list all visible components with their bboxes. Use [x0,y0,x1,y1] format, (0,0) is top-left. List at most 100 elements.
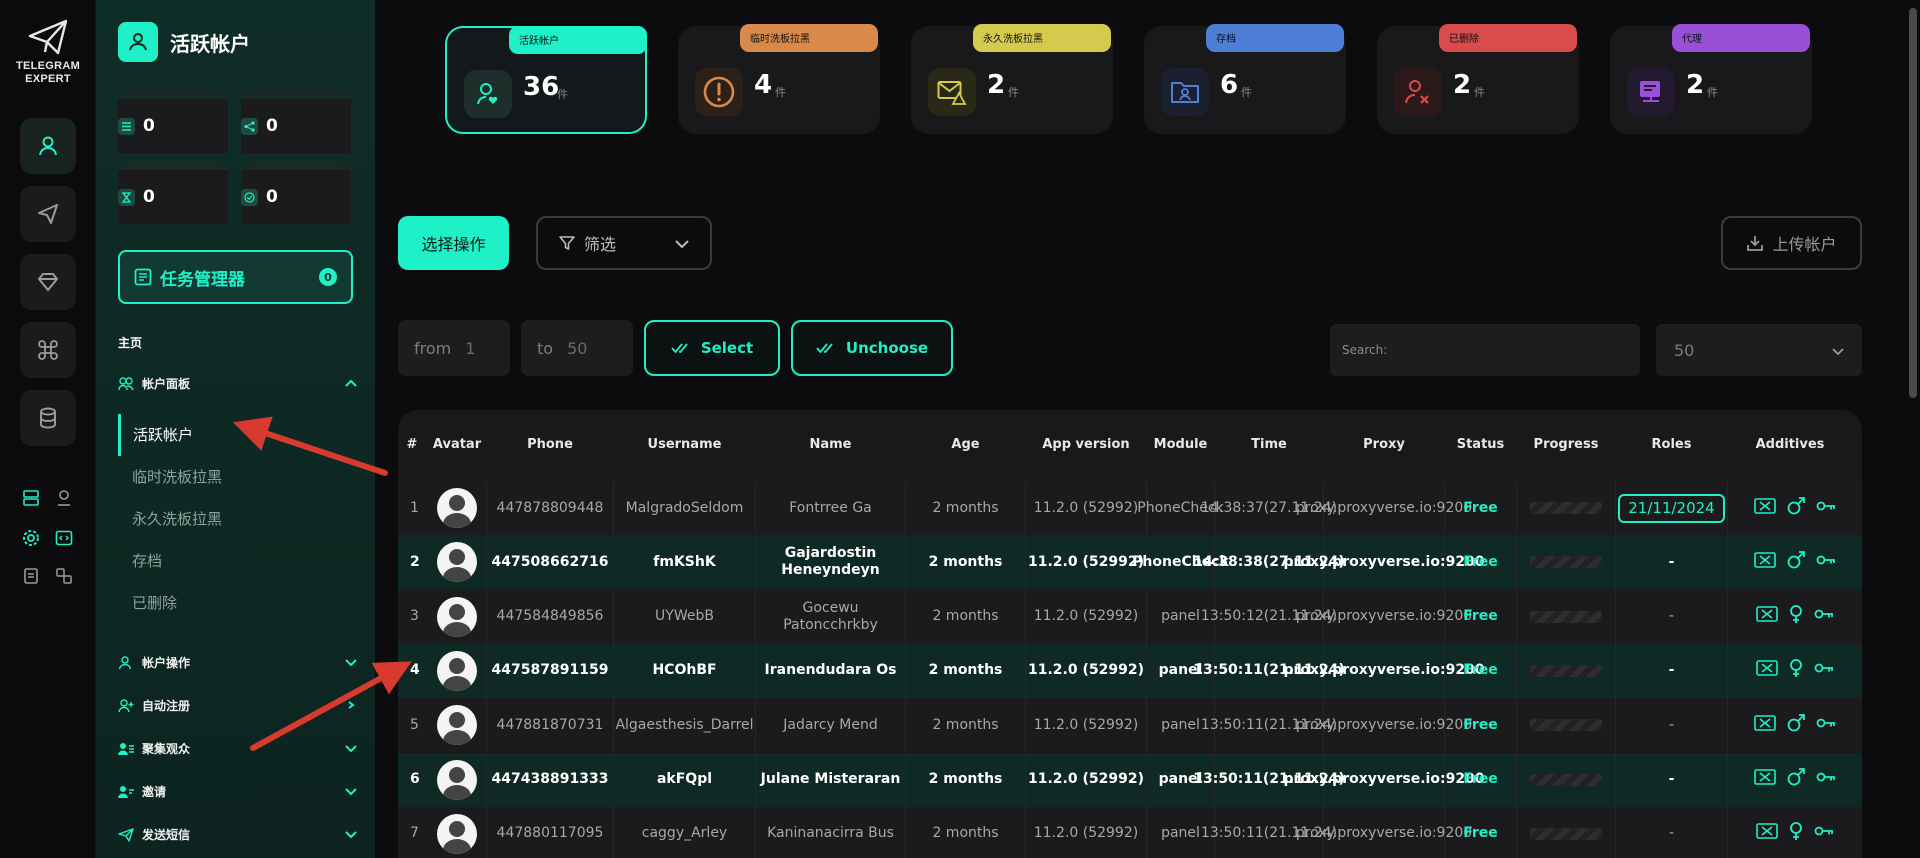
column-header[interactable]: Username [614,437,755,452]
nav-send-sms[interactable]: 发送短信 [118,826,358,843]
location-user-icon[interactable] [53,487,75,509]
nav-account-panel[interactable]: 帐户面板 [118,375,358,392]
no-mail-icon[interactable] [1754,714,1776,737]
no-mail-icon[interactable] [1756,822,1778,845]
search-input[interactable]: Search: [1330,324,1640,376]
translate-icon[interactable] [53,565,75,587]
sidebar-item-temp-ban[interactable]: 临时洗板拉黑 [118,456,358,498]
female-icon[interactable] [1788,821,1804,846]
column-header[interactable]: Phone [487,437,613,452]
avatar[interactable] [436,759,477,800]
no-mail-icon[interactable] [1756,605,1778,628]
column-header[interactable]: Progress [1517,437,1615,452]
card-perm-ban[interactable]: 永久洗板拉黑 2 件 [911,24,1113,134]
progress-cell [1517,589,1616,644]
table-row[interactable]: 6 447438891333 akFQpl Julane Misteraran 2 mo… [398,752,1862,807]
table-row[interactable]: 5 447881870731 Algaesthesis_Darrel Jadarcy … [398,698,1862,753]
rail-database-button[interactable] [20,390,76,446]
roles-cell: - [1616,643,1728,698]
no-mail-icon[interactable] [1754,497,1776,520]
table-row[interactable]: 2 447508662716 fmKShK Gajardostin Heneyndey… [398,535,1862,590]
female-icon[interactable] [1788,604,1804,629]
username-cell: UYWebB [614,589,756,644]
key-icon[interactable] [1816,554,1836,571]
key-icon[interactable] [1814,608,1834,625]
n-cell: 2 [410,553,420,570]
male-icon[interactable] [1786,767,1806,792]
table-row[interactable]: 7 447880117095 caggy_Arley Kaninanacirra Bu… [398,806,1862,858]
no-mail-icon[interactable] [1754,551,1776,574]
no-mail-icon[interactable] [1756,659,1778,682]
avatar[interactable] [436,596,477,637]
avatar[interactable] [436,650,477,691]
role-date-badge[interactable]: 21/11/2024 [1618,493,1725,523]
rail-send-button[interactable] [20,186,76,242]
server-list-icon[interactable] [20,487,42,509]
document-icon[interactable] [20,565,42,587]
sidebar-item-active-accounts[interactable]: 活跃帐户 [118,414,358,456]
column-header[interactable]: Proxy [1324,437,1444,452]
select-action-button[interactable]: 选择操作 [398,216,509,270]
female-icon[interactable] [1788,658,1804,683]
task-manager-button[interactable]: 任务管理器 0 [118,250,353,304]
male-icon[interactable] [1786,713,1806,738]
page-size-select[interactable]: 50 [1656,324,1862,376]
column-header[interactable]: Age [906,437,1025,452]
sidebar-item-deleted[interactable]: 已删除 [118,582,358,624]
card-archive[interactable]: 存档 6 件 [1144,24,1346,134]
status-cell: Free [1445,643,1517,698]
column-header[interactable]: App version [1026,437,1146,452]
card-unit: 件 [557,88,568,101]
unchoose-button[interactable]: Unchoose [791,320,953,376]
upload-accounts-button[interactable]: 上传帐户 [1721,216,1862,270]
users-icon [118,376,136,391]
avatar[interactable] [436,488,477,528]
progress-bar [1530,556,1602,569]
table-row[interactable]: 1 447878809448 MalgradoSeldom Fontrree Ga 2 … [398,481,1862,535]
page-scrollbar[interactable] [1909,8,1917,398]
rail-accounts-button[interactable] [20,118,76,174]
avatar[interactable] [436,705,477,746]
key-icon[interactable] [1816,500,1836,517]
code-icon[interactable] [53,527,75,549]
from-input[interactable]: from 1 [398,320,510,376]
card-temp-ban[interactable]: 临时洗板拉黑 4 件 [678,24,880,134]
column-header[interactable]: Avatar [428,437,486,452]
male-icon[interactable] [1786,496,1806,521]
no-mail-icon[interactable] [1754,768,1776,791]
column-header[interactable]: Additives [1728,437,1852,452]
card-label: 代理 [1672,24,1810,52]
card-deleted[interactable]: 已删除 2 件 [1377,24,1579,134]
telegram-expert-logo[interactable]: TELEGRAM EXPERT [12,18,84,86]
table-row[interactable]: 4 447587891159 HCOhBF Iranendudara Os 2 mont… [398,643,1862,698]
column-header[interactable]: Status [1445,437,1516,452]
column-header[interactable]: # [402,437,422,452]
nav-home[interactable]: 主页 [118,334,142,351]
avatar[interactable] [436,813,477,854]
rail-command-button[interactable] [20,322,76,378]
column-header[interactable]: Module [1147,437,1214,452]
rail-diamond-button[interactable] [20,254,76,310]
key-icon[interactable] [1816,771,1836,788]
nav-gather-audience[interactable]: 聚集观众 [118,740,358,757]
to-input[interactable]: to 50 [521,320,633,376]
sidebar-item-perm-ban[interactable]: 永久洗板拉黑 [118,498,358,540]
card-active-accounts[interactable]: 活跃帐户 36 件 [445,26,647,134]
card-proxy[interactable]: 代理 2 件 [1610,24,1812,134]
nav-account-operations[interactable]: 帐户操作 [118,654,358,671]
column-header[interactable]: Name [756,437,905,452]
select-range-button[interactable]: Select [644,320,780,376]
settings-gear-icon[interactable] [20,527,42,549]
key-icon[interactable] [1814,825,1834,842]
key-icon[interactable] [1814,662,1834,679]
sidebar-item-archive[interactable]: 存档 [118,540,358,582]
nav-auto-register[interactable]: 自动注册 [118,697,358,714]
key-icon[interactable] [1816,717,1836,734]
table-row[interactable]: 3 447584849856 UYWebB Gocewu Patoncchrkby 2 … [398,589,1862,644]
male-icon[interactable] [1786,550,1806,575]
avatar[interactable] [436,542,477,583]
column-header[interactable]: Roles [1616,437,1727,452]
nav-invite[interactable]: 邀请 [118,783,358,800]
column-header[interactable]: Time [1215,437,1323,452]
filter-dropdown[interactable]: 筛选 [536,216,712,270]
